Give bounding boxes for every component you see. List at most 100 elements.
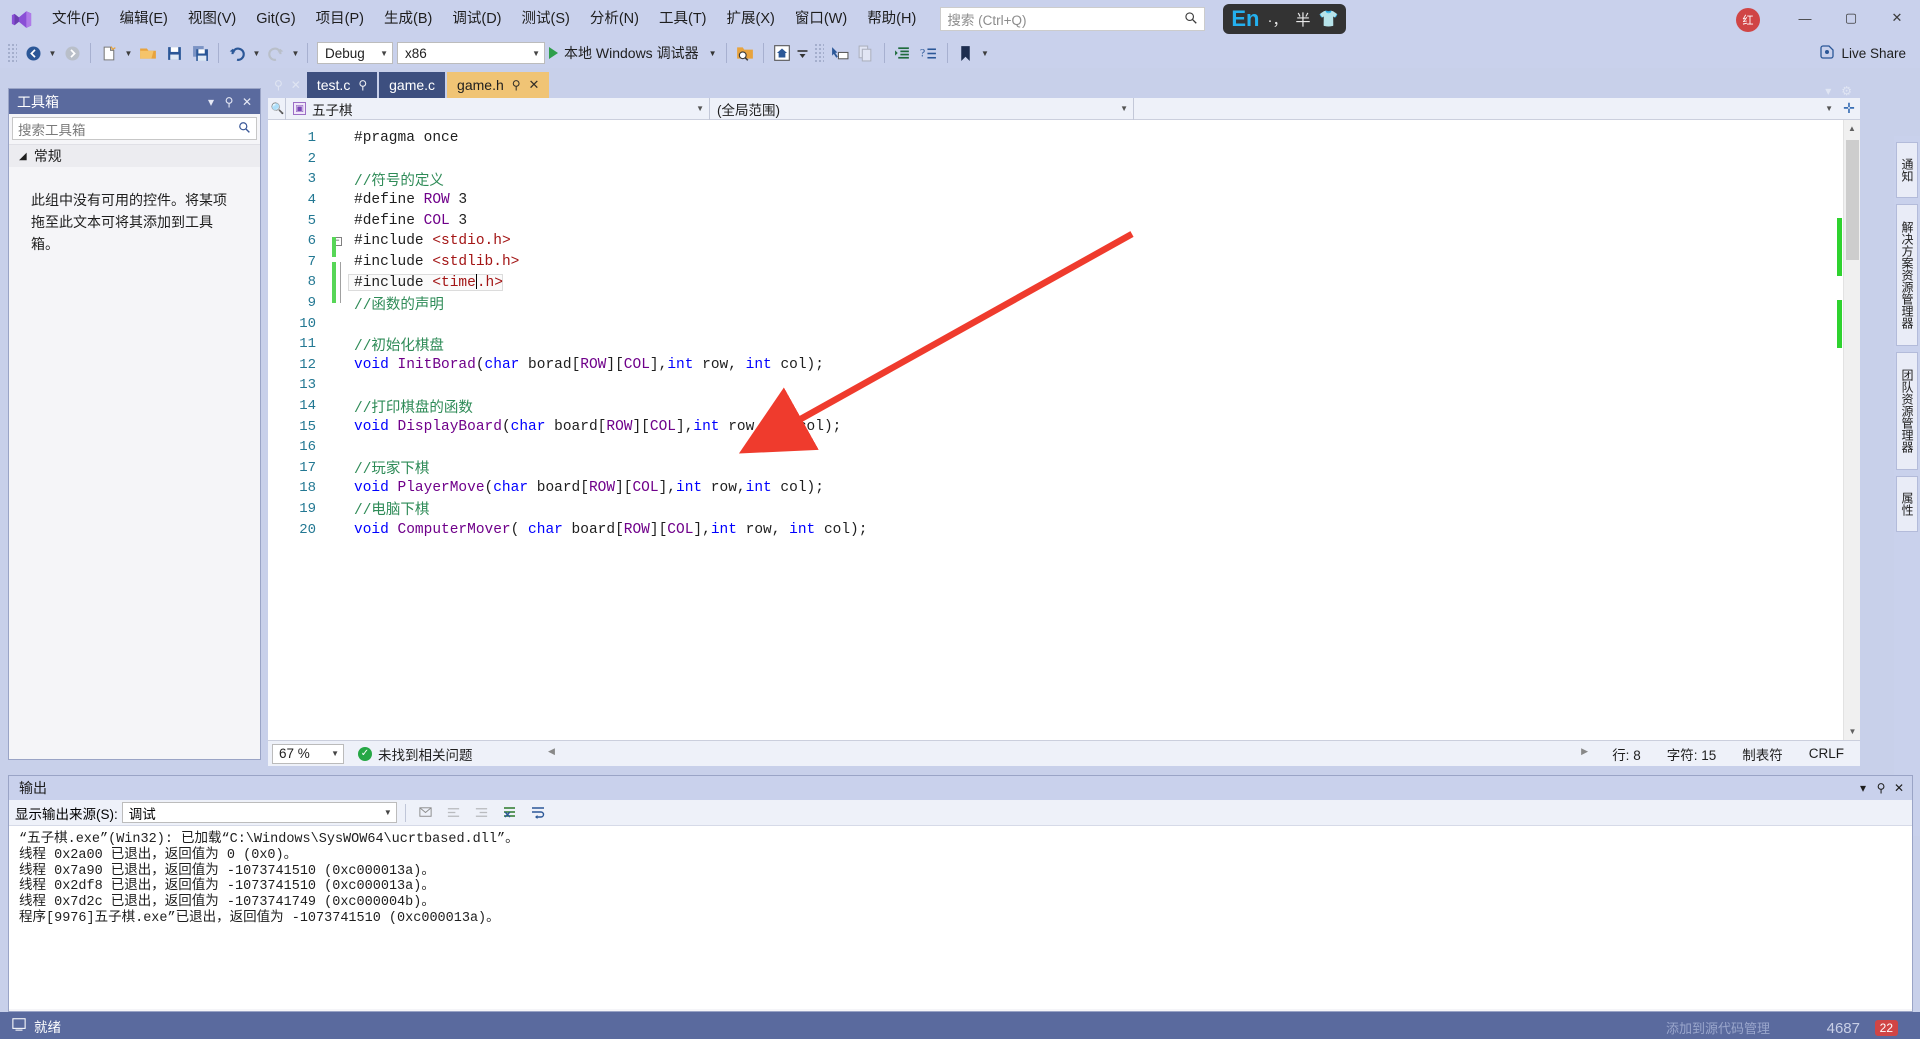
code-text[interactable]: //电脑下棋 (348, 498, 429, 519)
pin-icon[interactable]: ⚲ (512, 78, 521, 92)
menu-debug[interactable]: 调试(D) (442, 0, 511, 38)
close-icon[interactable]: ✕ (238, 95, 256, 109)
bookmark-icon[interactable] (953, 41, 979, 65)
redo-icon[interactable] (263, 41, 289, 65)
ime-skin-icon[interactable]: 👕 (1318, 9, 1338, 29)
code-line[interactable]: 8#include <time.h> (268, 272, 1860, 293)
code-text[interactable]: //符号的定义 (348, 169, 444, 190)
new-item-icon[interactable] (96, 41, 122, 65)
chevron-down-icon[interactable]: ▾ (202, 95, 220, 109)
code-gutter[interactable]: − (326, 237, 348, 246)
close-icon[interactable]: ✕ (291, 78, 301, 92)
scroll-down-icon[interactable]: ▼ (1844, 723, 1861, 740)
clear-icon[interactable] (498, 802, 522, 824)
navbar-search-dropdown[interactable]: 🔍 (268, 98, 286, 120)
code-text[interactable]: //初始化棋盘 (348, 334, 444, 355)
code-line[interactable]: 7#include <stdlib.h> (268, 252, 1860, 273)
code-line[interactable]: 13 (268, 375, 1860, 396)
code-text[interactable]: void InitBorad(char borad[ROW][COL],int … (348, 357, 824, 373)
toolbar-grip-2[interactable] (814, 43, 824, 63)
close-icon[interactable]: ✕ (1890, 781, 1908, 795)
go-to-previous-icon[interactable] (442, 802, 466, 824)
navbar-member-combo[interactable]: ▼ (1134, 98, 1838, 120)
code-text[interactable]: #pragma once (348, 130, 458, 146)
undo-icon[interactable] (224, 41, 250, 65)
rail-tab-team-explorer[interactable]: 团队资源管理器 (1896, 352, 1918, 470)
code-line[interactable]: 15void DisplayBoard(char board[ROW][COL]… (268, 416, 1860, 437)
code-line[interactable]: 17//玩家下棋 (268, 458, 1860, 479)
output-text-body[interactable]: “五子棋.exe”(Win32): 已加载“C:\Windows\SysWOW6… (9, 826, 1912, 1009)
close-icon[interactable]: ✕ (529, 77, 540, 93)
ime-halfwidth-icon[interactable]: 半 (1295, 9, 1310, 30)
menu-git[interactable]: Git(G) (246, 0, 305, 38)
code-line[interactable]: 19//电脑下棋 (268, 499, 1860, 520)
editor-horizontal-scrollbar[interactable]: ◀ ▶ (548, 744, 1588, 760)
menu-window[interactable]: 窗口(W) (785, 0, 857, 38)
menu-test[interactable]: 测试(S) (512, 0, 580, 38)
comment-icon[interactable]: ? (916, 41, 942, 65)
menu-project[interactable]: 项目(P) (306, 0, 374, 38)
code-line[interactable]: 16 (268, 437, 1860, 458)
scrollbar-thumb[interactable] (1846, 140, 1859, 260)
go-to-next-icon[interactable] (470, 802, 494, 824)
notification-badge[interactable]: 22 (1875, 1020, 1898, 1036)
navigate-back-icon[interactable] (20, 41, 46, 65)
code-line[interactable]: 2 (268, 149, 1860, 170)
search-icon[interactable] (238, 121, 251, 137)
rail-tab-solution-explorer[interactable]: 解决方案资源管理器 (1896, 204, 1918, 346)
close-button[interactable]: ✕ (1874, 0, 1920, 36)
pin-icon[interactable]: ⚲ (220, 95, 238, 109)
toolbox-group-general[interactable]: ◢ 常规 (9, 144, 260, 167)
code-text[interactable]: //打印棋盘的函数 (348, 396, 473, 417)
chevron-down-icon[interactable]: ▼ (709, 49, 717, 58)
navbar-scope-combo[interactable]: (全局范围) ▼ (710, 98, 1134, 120)
chevron-down-icon[interactable]: ▾ (1854, 781, 1872, 795)
undo-dropdown[interactable]: ▼ (250, 41, 263, 65)
solution-configuration-combo[interactable]: Debug ▼ (317, 42, 393, 64)
code-text[interactable]: #include <stdio.h> (348, 233, 511, 249)
live-share-button[interactable]: Live Share (1819, 42, 1906, 64)
gear-icon[interactable]: ⚙ (1841, 84, 1852, 98)
code-text[interactable]: void DisplayBoard(char board[ROW][COL],i… (348, 419, 841, 435)
pin-icon[interactable]: ⚲ (358, 78, 367, 92)
code-text[interactable]: #include <time.h> (348, 274, 503, 291)
tab-game-h[interactable]: game.h ⚲ ✕ (447, 72, 549, 98)
code-line[interactable]: 9//函数的声明 (268, 293, 1860, 314)
menu-edit[interactable]: 编辑(E) (110, 0, 178, 38)
find-in-files-icon[interactable] (732, 41, 758, 65)
navigate-forward-icon[interactable] (59, 41, 85, 65)
copy-icon[interactable] (853, 41, 879, 65)
scroll-up-icon[interactable]: ▲ (1844, 120, 1860, 137)
maximize-button[interactable]: ▢ (1828, 0, 1874, 36)
save-all-icon[interactable] (187, 41, 213, 65)
add-icon[interactable]: ✛ (1838, 100, 1860, 117)
code-line[interactable]: 10 (268, 313, 1860, 334)
minimize-button[interactable]: — (1782, 0, 1828, 36)
code-line[interactable]: 5#define COL 3 (268, 210, 1860, 231)
code-text[interactable]: //玩家下棋 (348, 457, 429, 478)
toolbar-overflow-icon[interactable]: ▼ (979, 41, 992, 65)
menu-view[interactable]: 视图(V) (178, 0, 246, 38)
ime-indicator[interactable]: En ·， 半 👕 (1223, 4, 1346, 34)
pin-icon[interactable]: ⚲ (1872, 781, 1890, 795)
selection-icon[interactable] (795, 41, 811, 65)
code-line[interactable]: 1#pragma once (268, 128, 1860, 149)
scroll-left-icon[interactable]: ◀ (548, 746, 555, 757)
source-control-watermark[interactable]: 添加到源代码管理 (1666, 1018, 1770, 1037)
code-line[interactable]: 20void ComputerMover( char board[ROW][CO… (268, 519, 1860, 540)
global-search-input[interactable]: 搜索 (Ctrl+Q) (940, 7, 1205, 31)
new-item-dropdown[interactable]: ▼ (122, 41, 135, 65)
menu-file[interactable]: 文件(F) (42, 0, 110, 38)
word-wrap-icon[interactable] (526, 802, 550, 824)
code-editor[interactable]: 1#pragma once23//符号的定义4#define ROW 35#de… (268, 120, 1860, 740)
rail-tab-notifications[interactable]: 通知 (1896, 142, 1918, 198)
code-text[interactable]: //函数的声明 (348, 293, 444, 314)
home-icon[interactable] (769, 41, 795, 65)
menu-tools[interactable]: 工具(T) (649, 0, 717, 38)
save-icon[interactable] (161, 41, 187, 65)
toolbox-search-input[interactable]: 搜索工具箱 (12, 117, 257, 140)
chevron-down-icon[interactable]: ▾ (1825, 84, 1831, 98)
start-debugging-button[interactable]: 本地 Windows 调试器 ▼ (545, 41, 721, 65)
go-to-definition-icon[interactable] (827, 41, 853, 65)
code-text[interactable]: void ComputerMover( char board[ROW][COL]… (348, 522, 867, 538)
